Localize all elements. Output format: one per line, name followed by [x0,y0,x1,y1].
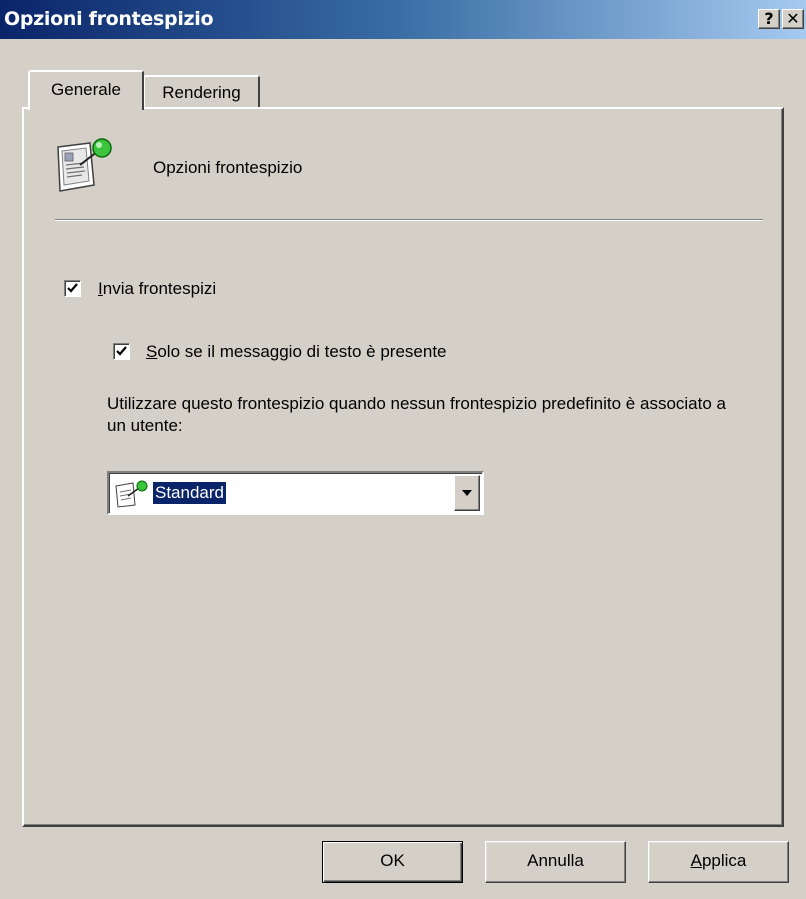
cover-page-icon [50,135,120,200]
tab-panel-generale [22,107,784,827]
cover-page-selected-value: Standard [152,481,227,505]
window-title: Opzioni frontespizio [4,8,214,30]
cover-page-select[interactable]: Standard [107,471,484,515]
ok-button[interactable]: OK [322,841,463,883]
send-cover-pages-label[interactable]: Invia frontespizi [98,279,216,299]
only-if-text-label[interactable]: Solo se il messaggio di testo è presente [146,342,447,362]
tab-generale[interactable]: Generale [28,70,144,110]
cover-page-icon [113,480,151,513]
dialog-window: Opzioni frontespizio ? ✕ Generale Render… [0,0,806,899]
header-title: Opzioni frontespizio [153,158,303,177]
tab-generale-label: Generale [51,80,121,99]
title-bar[interactable]: Opzioni frontespizio ? ✕ [0,0,806,39]
help-button[interactable]: ? [758,9,780,29]
close-icon: ✕ [786,9,800,28]
tab-rendering[interactable]: Rendering [143,75,260,109]
apply-button[interactable]: Applica [648,841,789,883]
tab-rendering-label: Rendering [162,83,241,102]
close-button[interactable]: ✕ [782,9,804,29]
only-if-text-checkbox[interactable] [113,343,130,360]
send-cover-pages-checkbox[interactable] [64,280,81,297]
checkmark-icon [67,283,78,293]
dropdown-button[interactable] [454,475,480,511]
checkmark-icon [116,346,127,356]
separator [55,219,763,221]
cover-page-description: Utilizzare questo frontespizio quando ne… [107,394,726,435]
cancel-button[interactable]: Annulla [485,841,626,883]
chevron-down-icon [462,490,472,496]
